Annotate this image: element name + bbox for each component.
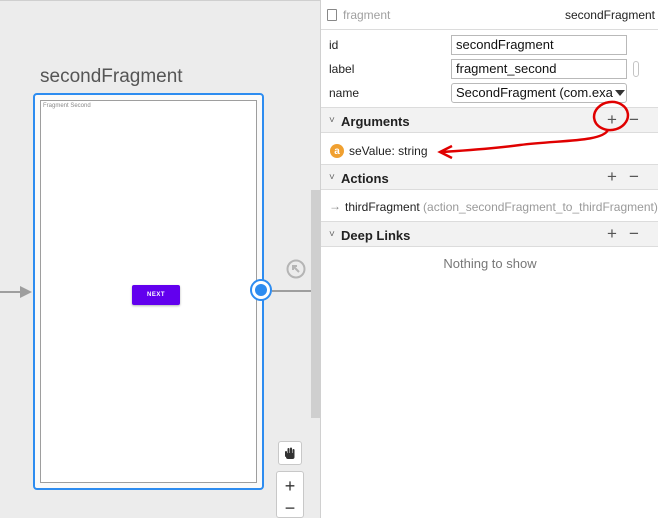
add-argument-button[interactable]: + [607, 110, 617, 130]
caret-down-icon[interactable]: ˅ [329, 115, 335, 126]
hand-icon [285, 447, 295, 459]
argument-badge-icon: a [330, 144, 344, 158]
id-field[interactable]: secondFragment [451, 35, 627, 55]
navigation-editor: secondFragment Fragment Second NEXT + − … [0, 0, 658, 518]
action-item[interactable]: → thirdFragment (action_secondFragment_t… [321, 194, 658, 220]
canvas-scrollbar[interactable] [311, 190, 320, 418]
zoom-in-button[interactable]: + [277, 476, 303, 497]
destination-type: fragment [343, 8, 391, 22]
panel-header: fragment secondFragment [321, 0, 658, 30]
add-action-button[interactable]: + [607, 167, 617, 187]
pan-button[interactable] [278, 441, 302, 465]
action-id: (action_secondFragment_to_thirdFragment) [419, 200, 658, 214]
next-button: NEXT [132, 285, 180, 305]
incoming-action-arrow [0, 286, 32, 298]
attr-row-label: label fragment_second [321, 57, 658, 81]
empty-state-text: Nothing to show [443, 256, 537, 271]
action-text: thirdFragment (action_secondFragment_to_… [345, 200, 658, 214]
label-field[interactable]: fragment_second [451, 59, 627, 79]
actions-section-header[interactable]: ˅ Actions + − [321, 164, 658, 190]
arguments-section-header[interactable]: ˅ Arguments + − [321, 107, 658, 133]
fragment-icon [327, 9, 337, 21]
remove-deep-link-button[interactable]: − [629, 224, 639, 244]
action-drag-handle[interactable] [250, 279, 272, 301]
destination-name: secondFragment [564, 8, 655, 22]
deep-links-title: Deep Links [341, 228, 411, 243]
chevron-down-icon[interactable] [615, 90, 625, 96]
actions-title: Actions [341, 171, 389, 186]
deep-links-section-header[interactable]: ˅ Deep Links + − [321, 221, 658, 247]
label-resource-picker[interactable] [633, 61, 639, 77]
caret-down-icon[interactable]: ˅ [329, 172, 335, 183]
attributes-panel: fragment secondFragment id secondFragmen… [320, 0, 658, 518]
attr-label-id: id [329, 38, 339, 52]
attr-label-name: name [329, 86, 360, 100]
fragment-preview-label: Fragment Second [43, 103, 91, 109]
remove-action-button[interactable]: − [629, 167, 639, 187]
fragment-preview: Fragment Second NEXT [40, 100, 257, 483]
zoom-out-button[interactable]: − [277, 498, 303, 518]
add-deep-link-button[interactable]: + [607, 224, 617, 244]
zoom-controls: + − [276, 471, 304, 518]
canvas-divider [0, 0, 320, 1]
nav-graph-canvas[interactable]: secondFragment Fragment Second NEXT + − [0, 0, 320, 518]
argument-item[interactable]: a seValue: string [321, 138, 658, 164]
destination-title: secondFragment [40, 66, 183, 87]
remove-argument-button[interactable]: − [629, 110, 639, 130]
argument-text: seValue: string [349, 144, 428, 158]
name-dropdown[interactable]: SecondFragment (com.exa [451, 83, 627, 103]
outgoing-action-line [272, 290, 312, 292]
attr-row-name: name SecondFragment (com.exa [321, 81, 658, 105]
attr-row-id: id secondFragment [321, 33, 658, 57]
arguments-title: Arguments [341, 114, 410, 129]
action-arrow-icon: → [329, 199, 341, 213]
action-destination: thirdFragment [345, 200, 420, 214]
destination-frame-selected[interactable]: Fragment Second NEXT [33, 93, 264, 490]
navigate-to-destination-icon[interactable] [286, 259, 306, 279]
attr-label-label: label [329, 62, 355, 76]
caret-down-icon[interactable]: ˅ [329, 229, 335, 240]
